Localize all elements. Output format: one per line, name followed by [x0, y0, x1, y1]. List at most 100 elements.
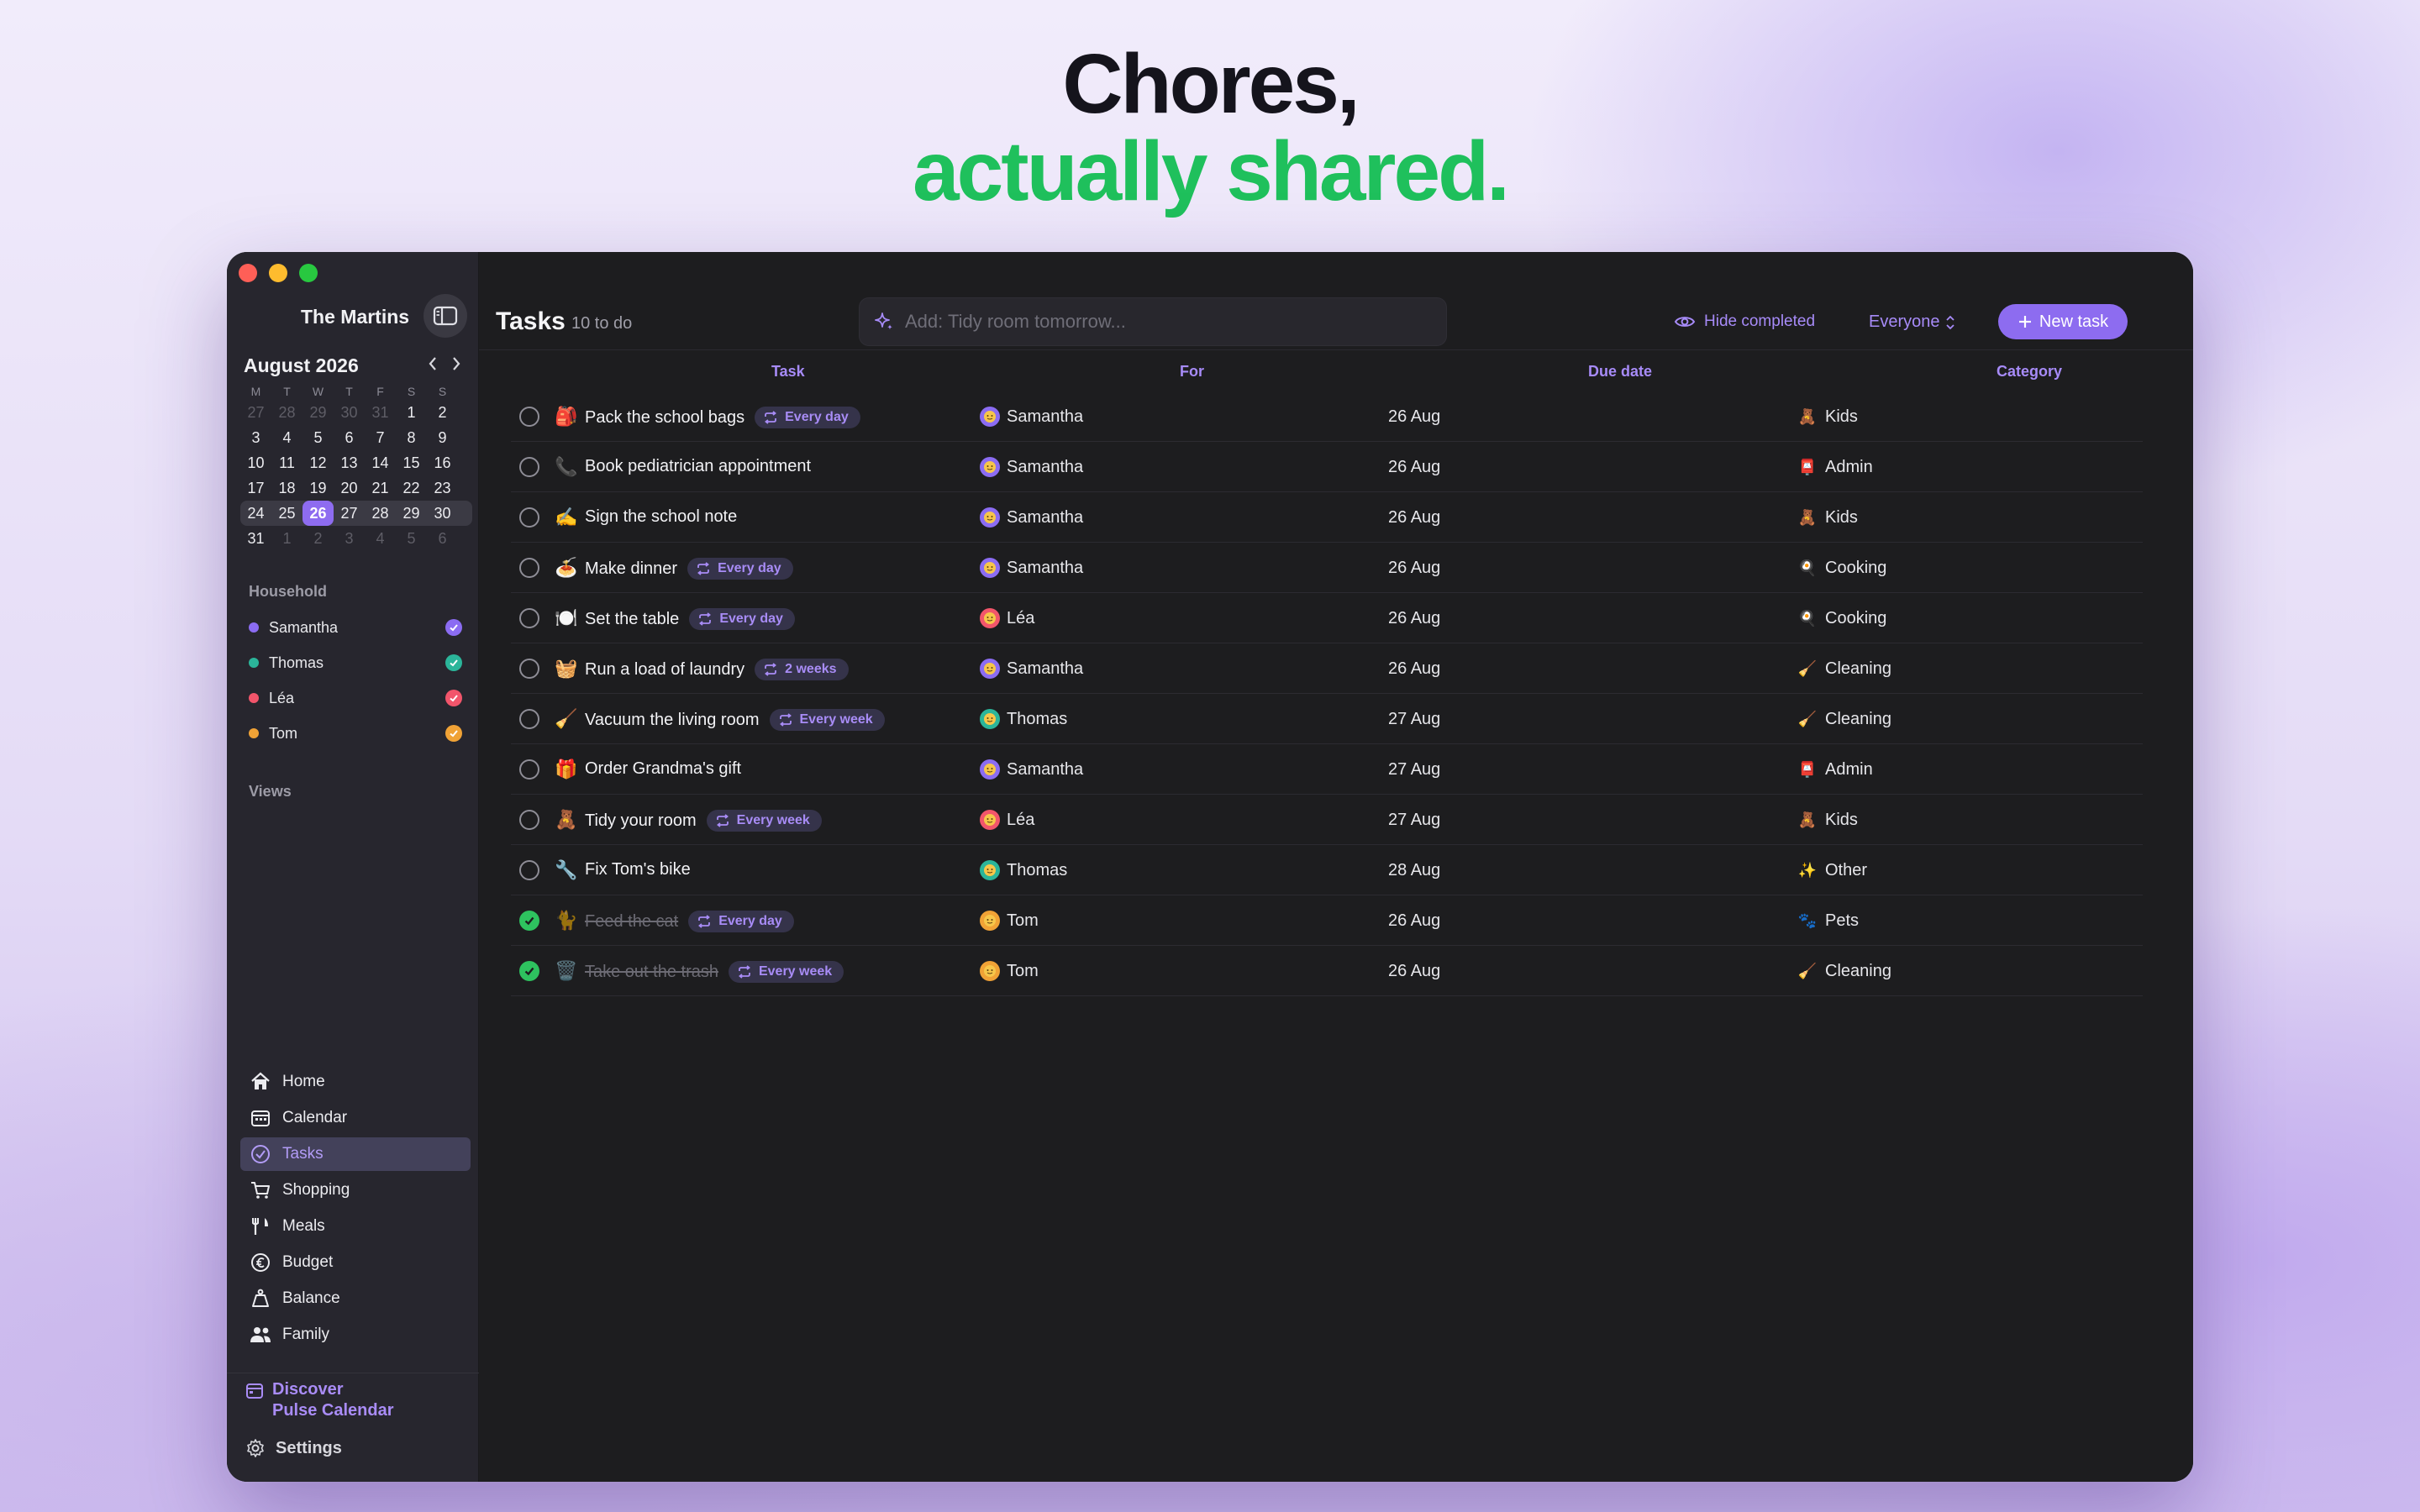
calendar-day[interactable]: 10 — [240, 450, 271, 475]
calendar-day[interactable]: 3 — [240, 425, 271, 450]
assignee-cell[interactable]: Samantha — [980, 558, 1083, 578]
hide-completed-toggle[interactable]: Hide completed — [1674, 312, 1815, 331]
sidebar-item-family[interactable]: Family — [240, 1318, 471, 1352]
task-title-cell[interactable]: Pack the school bags Every day — [585, 407, 860, 428]
table-row[interactable]: 🔧 Fix Tom's bike Thomas 28 Aug ✨ Other — [511, 845, 2143, 895]
calendar-day[interactable]: 19 — [302, 475, 334, 501]
due-date[interactable]: 27 Aug — [1388, 811, 1440, 830]
table-row[interactable]: 🐈 Feed the cat Every day Tom 26 Aug 🐾 Pets — [511, 895, 2143, 946]
member-thomas[interactable]: Thomas — [249, 650, 462, 675]
assignee-cell[interactable]: Tom — [980, 961, 1039, 981]
member-visible-toggle[interactable] — [445, 725, 462, 742]
assignee-cell[interactable]: Thomas — [980, 709, 1067, 729]
assignee-filter-dropdown[interactable]: Everyone — [1869, 312, 1955, 332]
calendar-day[interactable]: 25 — [271, 501, 302, 526]
calendar-day[interactable]: 17 — [240, 475, 271, 501]
category-cell[interactable]: 🧸 Kids — [1797, 507, 1858, 528]
calendar-day[interactable]: 31 — [365, 400, 396, 425]
calendar-day[interactable]: 11 — [271, 450, 302, 475]
calendar-day[interactable]: 12 — [302, 450, 334, 475]
assignee-cell[interactable]: Samantha — [980, 407, 1083, 427]
calendar-day[interactable]: 21 — [365, 475, 396, 501]
zoom-window-button[interactable] — [299, 264, 318, 282]
calendar-day[interactable]: 15 — [396, 450, 427, 475]
due-date[interactable]: 27 Aug — [1388, 760, 1440, 780]
member-visible-toggle[interactable] — [445, 619, 462, 636]
minimize-window-button[interactable] — [269, 264, 287, 282]
due-date[interactable]: 26 Aug — [1388, 559, 1440, 578]
calendar-day[interactable]: 9 — [427, 425, 458, 450]
due-date[interactable]: 26 Aug — [1388, 659, 1440, 679]
member-visible-toggle[interactable] — [445, 690, 462, 706]
calendar-day[interactable]: 22 — [396, 475, 427, 501]
calendar-day[interactable]: 4 — [271, 425, 302, 450]
task-checkbox[interactable] — [519, 759, 539, 780]
calendar-day[interactable]: 27 — [334, 501, 365, 526]
new-task-button[interactable]: New task — [1998, 304, 2128, 339]
settings-button[interactable]: Settings — [245, 1438, 342, 1458]
task-checkbox[interactable] — [519, 558, 539, 578]
calendar-day[interactable]: 18 — [271, 475, 302, 501]
calendar-day[interactable]: 28 — [365, 501, 396, 526]
sidebar-item-meals[interactable]: Meals — [240, 1210, 471, 1243]
member-visible-toggle[interactable] — [445, 654, 462, 671]
calendar-day[interactable]: 31 — [240, 526, 271, 551]
assignee-cell[interactable]: Samantha — [980, 659, 1083, 679]
column-header-for[interactable]: For — [1180, 363, 1204, 381]
table-row[interactable]: ✍️ Sign the school note Samantha 26 Aug 🧸 Kid… — [511, 492, 2143, 543]
due-date[interactable]: 26 Aug — [1388, 911, 1440, 931]
calendar-day[interactable]: 1 — [271, 526, 302, 551]
category-cell[interactable]: 🧹 Cleaning — [1797, 961, 1891, 981]
task-checkbox[interactable] — [519, 407, 539, 427]
task-title-cell[interactable]: Vacuum the living room Every week — [585, 709, 885, 731]
sidebar-item-budget[interactable]: Budget — [240, 1246, 471, 1279]
task-title-cell[interactable]: Run a load of laundry 2 weeks — [585, 659, 849, 680]
add-task-input[interactable]: Add: Tidy room tomorrow... — [859, 297, 1447, 346]
calendar-day[interactable]: 24 — [240, 501, 271, 526]
table-row[interactable]: 🎒 Pack the school bags Every day Samantha 26… — [511, 391, 2143, 442]
category-cell[interactable]: 🧹 Cleaning — [1797, 659, 1891, 679]
calendar-day[interactable]: 20 — [334, 475, 365, 501]
calendar-day[interactable]: 23 — [427, 475, 458, 501]
task-title-cell[interactable]: Order Grandma's gift — [585, 759, 741, 779]
member-léa[interactable]: Léa — [249, 685, 462, 711]
assignee-cell[interactable]: Thomas — [980, 860, 1067, 880]
next-month-button[interactable] — [449, 353, 464, 375]
category-cell[interactable]: 🧹 Cleaning — [1797, 709, 1891, 729]
table-row[interactable]: 📞 Book pediatrician appointment Samantha 26… — [511, 442, 2143, 492]
calendar-day[interactable]: 16 — [427, 450, 458, 475]
member-samantha[interactable]: Samantha — [249, 615, 462, 640]
task-checkbox[interactable] — [519, 608, 539, 628]
column-header-due-date[interactable]: Due date — [1588, 363, 1652, 381]
table-row[interactable]: 🍽️ Set the table Every day Léa 26 Aug 🍳 Cookin… — [511, 593, 2143, 643]
calendar-day[interactable]: 6 — [427, 526, 458, 551]
due-date[interactable]: 26 Aug — [1388, 962, 1440, 981]
due-date[interactable]: 26 Aug — [1388, 407, 1440, 427]
calendar-day-today[interactable]: 26 — [302, 501, 334, 526]
calendar-day[interactable]: 30 — [427, 501, 458, 526]
calendar-day[interactable]: 5 — [302, 425, 334, 450]
assignee-cell[interactable]: Tom — [980, 911, 1039, 931]
calendar-day[interactable]: 3 — [334, 526, 365, 551]
calendar-day[interactable]: 13 — [334, 450, 365, 475]
calendar-day[interactable]: 29 — [396, 501, 427, 526]
category-cell[interactable]: 🍳 Cooking — [1797, 558, 1887, 578]
due-date[interactable]: 26 Aug — [1388, 458, 1440, 477]
calendar-day[interactable]: 28 — [271, 400, 302, 425]
table-row[interactable]: 🍝 Make dinner Every day Samantha 26 Aug 🍳 Cook… — [511, 543, 2143, 593]
calendar-day[interactable]: 1 — [396, 400, 427, 425]
assignee-cell[interactable]: Léa — [980, 608, 1034, 628]
category-cell[interactable]: 🧸 Kids — [1797, 407, 1858, 427]
sidebar-item-home[interactable]: Home — [240, 1065, 471, 1099]
calendar-day[interactable]: 2 — [302, 526, 334, 551]
task-checkbox[interactable] — [519, 457, 539, 477]
calendar-day[interactable]: 8 — [396, 425, 427, 450]
table-row[interactable]: 🗑️ Take out the trash Every week Tom 26 Aug 🧹… — [511, 946, 2143, 996]
calendar-day[interactable]: 27 — [240, 400, 271, 425]
calendar-day[interactable]: 5 — [396, 526, 427, 551]
task-checkbox[interactable] — [519, 709, 539, 729]
due-date[interactable]: 26 Aug — [1388, 609, 1440, 628]
discover-pulse-calendar-link[interactable]: Discover Pulse Calendar — [245, 1379, 394, 1421]
assignee-cell[interactable]: Samantha — [980, 759, 1083, 780]
task-checkbox[interactable] — [519, 659, 539, 679]
